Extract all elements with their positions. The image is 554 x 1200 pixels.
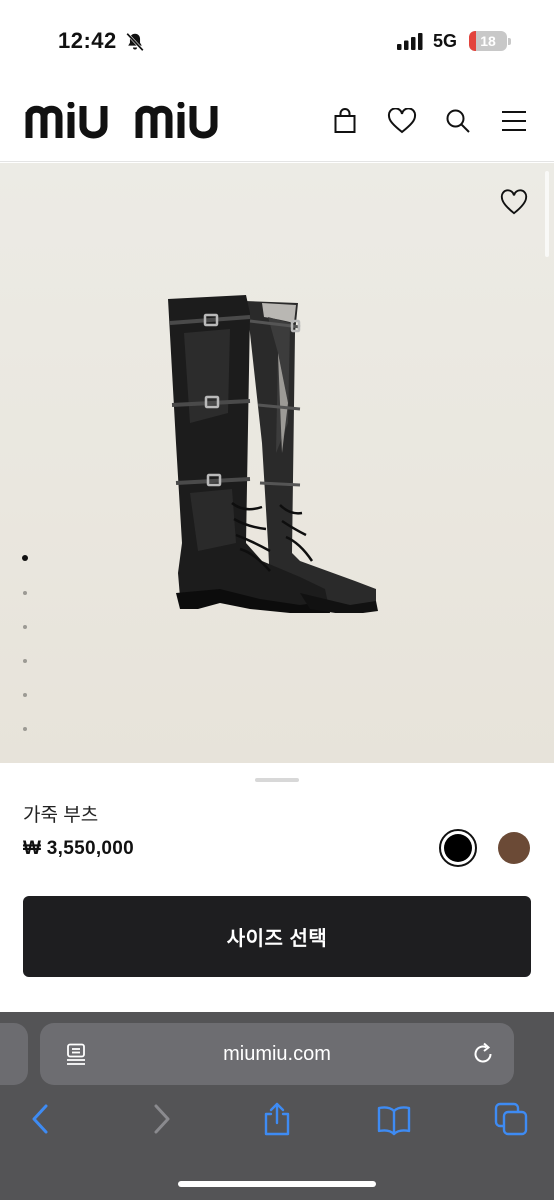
back-icon[interactable]	[24, 1102, 58, 1136]
previous-tab-preview[interactable]	[0, 1023, 28, 1085]
share-icon[interactable]	[260, 1102, 294, 1136]
battery-percent: 18	[480, 33, 496, 49]
heart-icon[interactable]	[387, 108, 417, 134]
url-text[interactable]: miumiu.com	[40, 1023, 514, 1085]
product-image-gallery[interactable]	[0, 163, 554, 763]
network-type: 5G	[433, 31, 458, 51]
color-swatch-black[interactable]	[439, 829, 477, 867]
gallery-scrollbar	[545, 171, 549, 257]
address-bar[interactable]: miumiu.com	[40, 1023, 514, 1085]
menu-icon[interactable]	[501, 108, 527, 134]
signal-icon	[397, 33, 423, 50]
gallery-dot[interactable]	[23, 591, 27, 595]
favorite-heart-icon[interactable]	[500, 188, 528, 216]
bookmarks-icon[interactable]	[377, 1102, 411, 1136]
status-time: 12:42	[58, 28, 117, 53]
shopping-bag-icon[interactable]	[332, 108, 358, 134]
product-name: 가죽 부츠	[23, 805, 99, 826]
miu-miu-logo[interactable]	[25, 102, 237, 140]
home-indicator	[178, 1181, 376, 1187]
gallery-dot[interactable]	[23, 659, 27, 663]
battery-icon: 18	[469, 31, 507, 51]
status-bar: 12:42 5G 18	[0, 0, 554, 80]
search-icon[interactable]	[445, 108, 471, 134]
gallery-dot[interactable]	[23, 693, 27, 697]
safari-toolbar: miumiu.com	[0, 1012, 554, 1200]
gallery-dot[interactable]	[22, 555, 28, 561]
battery-cap	[508, 38, 511, 45]
gallery-dot[interactable]	[23, 625, 27, 629]
color-swatch-brown[interactable]	[498, 832, 530, 864]
gallery-dot[interactable]	[23, 727, 27, 731]
forward-icon[interactable]	[144, 1102, 178, 1136]
gallery-pagination[interactable]	[20, 555, 32, 761]
reload-icon[interactable]	[470, 1041, 496, 1067]
sheet-handle[interactable]	[255, 778, 299, 782]
product-image-boots[interactable]	[150, 293, 400, 613]
tabs-icon[interactable]	[494, 1102, 528, 1136]
select-size-button[interactable]: 사이즈 선택	[23, 896, 531, 977]
color-swatch-black-fill	[444, 834, 472, 862]
product-price: ₩ 3,550,000	[23, 838, 135, 859]
site-header	[0, 80, 554, 162]
bell-slash-icon	[126, 32, 144, 52]
